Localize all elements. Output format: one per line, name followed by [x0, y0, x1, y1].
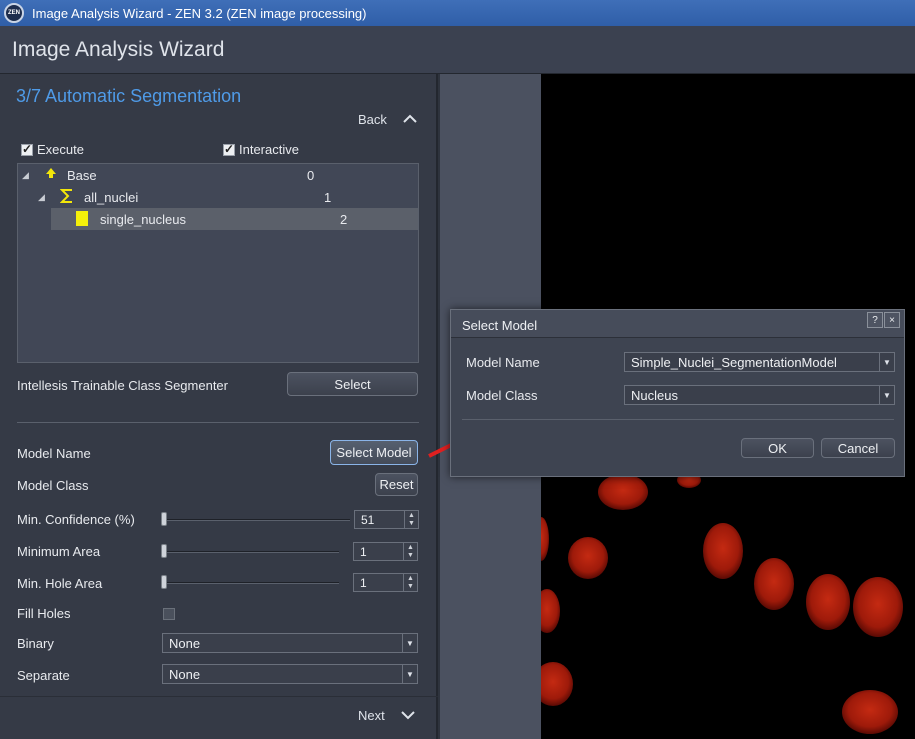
execute-check-icon: [21, 142, 33, 156]
dropdown-arrow-icon: ▼: [879, 386, 894, 404]
spin-value: 1: [360, 576, 367, 590]
wizard-left-panel: 3/7 Automatic Segmentation Back Execute …: [0, 74, 438, 739]
spin-arrows-icon[interactable]: ▲ ▼: [404, 511, 418, 528]
model-name-label: Model Name: [17, 446, 91, 461]
min-confidence-slider[interactable]: [163, 519, 350, 521]
select-model-dialog: Select Model ? × Model Name Simple_Nucle…: [450, 309, 905, 477]
tree-row-single-nucleus[interactable]: single_nucleus 2: [51, 208, 418, 230]
interactive-check-icon: [223, 142, 235, 156]
back-button[interactable]: Back: [358, 111, 417, 127]
tree-label: single_nucleus: [100, 211, 187, 227]
sigma-icon: [59, 188, 74, 207]
step-title: 3/7 Automatic Segmentation: [16, 86, 242, 106]
select-model-button[interactable]: Select Model: [330, 440, 418, 465]
min-hole-area-slider-handle[interactable]: [161, 575, 167, 589]
select-segmenter-button[interactable]: Select: [287, 372, 418, 396]
segmenter-label: Intellesis Trainable Class Segmenter: [17, 378, 228, 393]
tree-value: 0: [307, 167, 315, 183]
help-button[interactable]: ?: [867, 312, 883, 328]
interactive-checkbox[interactable]: Interactive: [223, 142, 299, 157]
spin-arrows-icon[interactable]: ▲ ▼: [403, 543, 417, 560]
execute-checkbox[interactable]: Execute: [21, 142, 84, 157]
minimum-area-spinbox[interactable]: 1 ▲ ▼: [353, 542, 418, 561]
interactive-label: Interactive: [239, 142, 299, 157]
tree-label: all_nuclei: [84, 189, 139, 205]
chevron-up-icon: [403, 111, 417, 127]
dropdown-value: None: [169, 667, 201, 682]
expand-triangle-icon[interactable]: ◢: [22, 170, 29, 181]
arrow-up-icon: [45, 166, 57, 183]
tree-value: 1: [324, 189, 332, 205]
cancel-button[interactable]: Cancel: [821, 438, 895, 458]
zen-app-icon: ZEN: [4, 3, 24, 23]
dropdown-value: Simple_Nuclei_SegmentationModel: [631, 355, 837, 370]
chevron-down-icon: [401, 707, 415, 723]
expand-triangle-icon[interactable]: ◢: [38, 192, 45, 203]
binary-dropdown[interactable]: None ▼: [162, 633, 418, 653]
dialog-title: Select Model: [462, 318, 538, 333]
window-titlebar: ZEN Image Analysis Wizard - ZEN 3.2 (ZEN…: [0, 0, 915, 26]
fill-holes-label: Fill Holes: [17, 606, 71, 621]
model-class-dropdown[interactable]: Nucleus ▼: [624, 385, 895, 405]
min-hole-area-slider[interactable]: [163, 582, 339, 584]
min-confidence-label: Min. Confidence (%): [17, 512, 135, 527]
dropdown-arrow-icon: ▼: [879, 353, 894, 371]
tree-row-all-nuclei[interactable]: ◢ all_nuclei 1: [18, 186, 418, 208]
separate-dropdown[interactable]: None ▼: [162, 664, 418, 684]
dropdown-value: Nucleus: [631, 388, 678, 403]
minimum-area-label: Minimum Area: [17, 544, 101, 559]
dropdown-arrow-icon: ▼: [402, 665, 417, 683]
close-button[interactable]: ×: [884, 312, 900, 328]
ok-button[interactable]: OK: [741, 438, 814, 458]
next-label: Next: [358, 707, 385, 723]
yellow-square-icon: [76, 211, 88, 226]
back-label: Back: [358, 111, 387, 127]
tree-label: Base: [67, 167, 97, 183]
minimum-area-slider[interactable]: [163, 551, 339, 553]
dialog-model-name-label: Model Name: [466, 355, 540, 370]
page-title: Image Analysis Wizard: [12, 38, 225, 61]
divider: [0, 696, 438, 697]
min-hole-area-label: Min. Hole Area: [17, 576, 103, 591]
dropdown-value: None: [169, 636, 201, 651]
binary-label: Binary: [17, 636, 54, 651]
tree-value: 2: [340, 211, 348, 227]
spin-arrows-icon[interactable]: ▲ ▼: [403, 574, 417, 591]
fill-holes-checkbox[interactable]: [163, 608, 175, 620]
min-confidence-spinbox[interactable]: 51 ▲ ▼: [354, 510, 419, 529]
divider: [462, 419, 894, 420]
class-tree: ◢ Base 0 ◢ all_nuclei 1 single_nucleus 2: [17, 163, 419, 363]
reset-button[interactable]: Reset: [375, 473, 418, 496]
window-title: Image Analysis Wizard - ZEN 3.2 (ZEN ima…: [32, 5, 367, 21]
next-button[interactable]: Next: [358, 707, 415, 723]
model-class-label: Model Class: [17, 478, 89, 493]
execute-label: Execute: [37, 142, 84, 157]
tree-row-base[interactable]: ◢ Base 0: [18, 164, 418, 186]
min-confidence-slider-handle[interactable]: [161, 512, 167, 526]
divider: [17, 422, 419, 423]
model-name-dropdown[interactable]: Simple_Nuclei_SegmentationModel ▼: [624, 352, 895, 372]
minimum-area-slider-handle[interactable]: [161, 544, 167, 558]
spin-value: 51: [361, 513, 375, 527]
separate-label: Separate: [17, 668, 70, 683]
min-hole-area-spinbox[interactable]: 1 ▲ ▼: [353, 573, 418, 592]
dialog-model-class-label: Model Class: [466, 388, 538, 403]
spin-value: 1: [360, 545, 367, 559]
wizard-header: Image Analysis Wizard: [0, 26, 915, 74]
dropdown-arrow-icon: ▼: [402, 634, 417, 652]
